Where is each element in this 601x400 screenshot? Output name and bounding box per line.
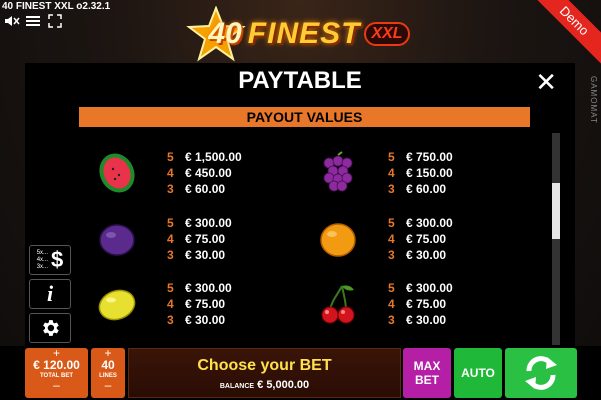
pay-count: 4 [388, 297, 395, 311]
pay-value: € 750.00 [406, 150, 453, 164]
total-bet-value: € 120.00 [33, 358, 80, 372]
pay-value: € 75.00 [185, 232, 226, 246]
logo-word: FINEST [247, 17, 361, 50]
pay-value: € 75.00 [185, 297, 226, 311]
pay-count: 3 [167, 182, 174, 196]
paytable-row-grapes: 5 € 750.00 4 € 150.00 3 € 60.00 [318, 149, 558, 199]
paytable-title: PAYTABLE [238, 67, 362, 94]
pay-count: 3 [388, 182, 395, 196]
max-bet-label-line: BET [414, 373, 439, 387]
pay-value: € 300.00 [185, 281, 232, 295]
pay-value: € 60.00 [406, 182, 447, 196]
increase-bet-button[interactable]: + [25, 347, 88, 359]
paylines-mini-line: 3x... [36, 263, 49, 270]
pay-value: € 300.00 [406, 216, 453, 230]
balance-label: BALANCE [219, 383, 255, 390]
pay-value: € 30.00 [185, 248, 226, 262]
paytable-row-plum: 5 € 300.00 4 € 75.00 3 € 30.00 [97, 215, 337, 265]
pay-count: 5 [167, 281, 174, 295]
pay-count: 4 [388, 166, 395, 180]
pay-count: 5 [388, 216, 395, 230]
pay-value: € 300.00 [406, 281, 453, 295]
pay-value: € 150.00 [406, 166, 453, 180]
dollar-icon: $ [51, 247, 64, 272]
orange-icon [320, 223, 356, 257]
decrease-bet-button[interactable]: – [25, 379, 88, 391]
info-icon: i [46, 281, 54, 306]
pay-value: € 30.00 [406, 313, 447, 327]
plum-icon [99, 224, 135, 256]
close-icon[interactable]: ✕ [535, 67, 557, 97]
pay-count: 4 [167, 297, 174, 311]
bet-message-panel: Choose your BET BALANCE € 5,000.00 [128, 348, 401, 398]
logo-badge: XXL [364, 22, 410, 46]
paylines-mini-line: 5x... [36, 249, 49, 256]
max-bet-button[interactable]: MAX BET [403, 348, 451, 398]
info-button[interactable]: i [29, 279, 71, 309]
pay-count: 4 [167, 232, 174, 246]
lines-control: + 40 LINES – [91, 347, 125, 398]
top-toolbar [4, 14, 64, 28]
watermelon-icon [99, 153, 135, 193]
payout-values-header: PAYOUT VALUES [79, 107, 530, 127]
autoplay-button[interactable]: AUTO [454, 348, 502, 398]
pay-value: € 1,500.00 [185, 150, 242, 164]
pay-value: € 30.00 [185, 313, 226, 327]
pay-count: 3 [167, 313, 174, 327]
pay-count: 5 [388, 150, 395, 164]
provider-label: GAMOMAT [589, 76, 598, 124]
pay-value: € 300.00 [185, 216, 232, 230]
max-bet-label-line: MAX [413, 359, 441, 373]
pay-count: 3 [388, 248, 395, 262]
total-bet-control: + € 120.00 TOTAL BET – [25, 347, 88, 398]
paytable-row-orange: 5 € 300.00 4 € 75.00 3 € 30.00 [318, 215, 558, 265]
pay-count: 3 [388, 313, 395, 327]
spin-arrows-icon [525, 356, 557, 390]
version-label: 40 FINEST XXL o2.32.1 [2, 1, 111, 12]
gear-icon [43, 320, 59, 336]
paylines-mini: 5x... 4x... 3x... [37, 250, 48, 271]
lines-value: 40 [101, 358, 115, 372]
paytable-row-cherries: 5 € 300.00 4 € 75.00 3 € 30.00 [318, 280, 558, 330]
pay-count: 4 [388, 232, 395, 246]
pay-count: 3 [167, 248, 174, 262]
pay-value: € 75.00 [406, 232, 447, 246]
paylines-mini-line: 4x... [36, 256, 49, 263]
pay-value: € 75.00 [406, 297, 447, 311]
sound-icon[interactable] [4, 14, 20, 28]
logo-number: 40 [208, 17, 242, 50]
paylines-button[interactable]: 5x... 4x... 3x... $ [29, 245, 71, 275]
paytable-row-lemon: 5 € 300.00 4 € 75.00 3 € 30.00 [97, 280, 337, 330]
grapes-icon [323, 151, 353, 192]
game-logo: 40 FINEST XXL [186, 6, 426, 62]
spin-button[interactable] [505, 348, 577, 398]
pay-value: € 60.00 [185, 182, 226, 196]
balance-display: BALANCE € 5,000.00 [129, 379, 400, 391]
lemon-icon [98, 289, 136, 321]
balance-value: € 5,000.00 [257, 379, 310, 391]
choose-bet-title: Choose your BET [197, 357, 332, 374]
cherries-icon [321, 285, 355, 324]
decrease-lines-button[interactable]: – [91, 379, 125, 391]
settings-button[interactable] [29, 313, 71, 343]
fullscreen-icon[interactable] [48, 14, 64, 28]
pay-value: € 450.00 [185, 166, 232, 180]
pay-count: 5 [167, 216, 174, 230]
pay-count: 5 [167, 150, 174, 164]
paytable-row-watermelon: 5 € 1,500.00 4 € 450.00 3 € 60.00 [97, 149, 337, 199]
pay-count: 5 [388, 281, 395, 295]
paytable-panel: PAYTABLE ✕ PAYOUT VALUES 5 € 1,500.00 4 € … [25, 63, 575, 346]
increase-lines-button[interactable]: + [91, 347, 125, 359]
menu-icon[interactable] [26, 14, 42, 28]
pay-value: € 30.00 [406, 248, 447, 262]
pay-count: 4 [167, 166, 174, 180]
